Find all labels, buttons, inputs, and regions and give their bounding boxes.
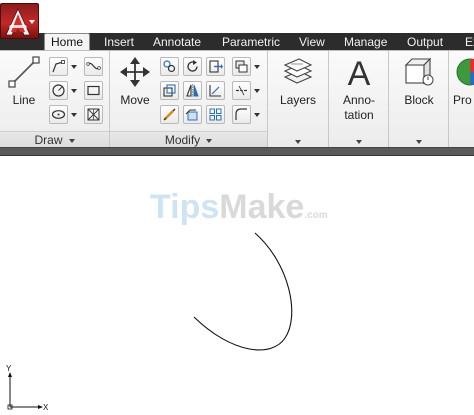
annotation-label-line2: tation <box>344 108 374 122</box>
chevron-down-icon[interactable] <box>295 140 301 144</box>
circle-button[interactable] <box>49 81 68 100</box>
move-button[interactable]: Move <box>116 55 154 108</box>
rotate-icon <box>187 60 198 72</box>
modify-panel: Move Modify <box>110 51 268 148</box>
text-a-icon: A <box>348 55 371 89</box>
trim-button[interactable] <box>206 57 225 76</box>
array-icon <box>185 109 198 121</box>
explode-button[interactable] <box>232 81 251 100</box>
array-button[interactable] <box>183 105 202 124</box>
ucs-y-label: Y <box>6 364 12 373</box>
rectangle-icon <box>87 85 100 96</box>
stretch-button[interactable] <box>160 81 179 100</box>
grid-array-icon <box>209 108 222 121</box>
drawing-canvas[interactable]: TipsMake.com Y X <box>0 156 474 415</box>
tab-insert[interactable]: Insert <box>104 35 134 50</box>
drawn-arc <box>193 232 293 351</box>
svg-text:A: A <box>348 55 371 89</box>
spline-button[interactable] <box>84 57 103 76</box>
block-button[interactable]: Block <box>395 55 443 108</box>
trim-icon <box>209 60 223 73</box>
fillet-button[interactable] <box>206 81 225 100</box>
mirror-button[interactable] <box>183 81 202 100</box>
mirror-icon <box>186 84 199 97</box>
move-label: Move <box>120 93 150 107</box>
autocad-logo-icon <box>5 8 31 36</box>
ribbon-home: Line Draw Move Modify Layers A Anno- tat… <box>0 50 474 148</box>
spline-icon <box>86 62 101 70</box>
draw-panel-title[interactable]: Draw <box>0 131 109 148</box>
tab-home[interactable]: Home <box>44 33 91 51</box>
title-bar <box>0 0 474 33</box>
draw-panel: Line Draw <box>0 51 110 148</box>
ribbon-bottom-edge <box>0 147 474 156</box>
layers-stack-icon <box>283 58 313 84</box>
block-label: Block <box>404 93 434 107</box>
chevron-down-icon[interactable] <box>416 140 422 144</box>
scale-button[interactable] <box>160 105 179 124</box>
fillet-icon <box>209 85 221 97</box>
tab-annotate[interactable]: Annotate <box>153 35 201 50</box>
copy-button[interactable] <box>160 57 179 76</box>
line-icon <box>8 56 40 88</box>
circle-icon <box>52 84 65 97</box>
move-arrows-icon <box>120 57 150 87</box>
explode-icon <box>236 85 247 96</box>
tab-output[interactable]: Output <box>407 35 443 50</box>
rotate-button[interactable] <box>183 57 202 76</box>
ellipse-icon <box>51 110 66 119</box>
chamfer-dropdown[interactable] <box>253 105 261 124</box>
polyline-button[interactable] <box>49 57 68 76</box>
circle-dropdown[interactable] <box>70 81 78 100</box>
erase-dropdown[interactable] <box>253 57 261 76</box>
tab-view[interactable]: View <box>299 35 325 50</box>
annotation-panel: A Anno- tation <box>329 51 389 148</box>
properties-palette-icon <box>456 58 474 86</box>
tab-express-partial[interactable]: Ex <box>465 35 474 50</box>
rectangular-array-button[interactable] <box>206 105 225 124</box>
layers-label: Layers <box>279 93 317 107</box>
properties-panel: Pro <box>449 51 474 148</box>
insert-block-icon <box>404 57 434 86</box>
chevron-down-icon <box>68 138 75 143</box>
ucs-x-label: X <box>43 403 49 412</box>
block-panel: Block <box>389 51 449 148</box>
ellipse-button[interactable] <box>49 105 68 124</box>
chamfer-button[interactable] <box>232 105 251 124</box>
tab-manage[interactable]: Manage <box>344 35 387 50</box>
chevron-down-icon <box>29 20 35 24</box>
hatch-button[interactable] <box>84 105 103 124</box>
layers-panel: Layers <box>268 51 329 148</box>
annotation-button[interactable]: A Anno- tation <box>334 55 384 123</box>
rectangle-button[interactable] <box>84 81 103 100</box>
tab-parametric[interactable]: Parametric <box>222 35 280 50</box>
scale-icon <box>163 108 176 121</box>
annotation-label-line1: Anno- <box>342 93 376 107</box>
chamfer-icon <box>235 108 247 120</box>
properties-button[interactable]: Pro <box>453 55 474 108</box>
properties-label: Pro <box>453 93 472 107</box>
modify-panel-title[interactable]: Modify <box>110 131 267 148</box>
erase-button[interactable] <box>232 57 251 76</box>
copy-icon <box>163 60 176 73</box>
draw-panel-label: Draw <box>34 133 63 147</box>
layers-button[interactable]: Layers <box>274 55 322 108</box>
ribbon-tab-strip: Home Insert Annotate Parametric View Man… <box>0 33 474 51</box>
modify-panel-label: Modify <box>164 133 201 147</box>
chevron-down-icon[interactable] <box>356 140 362 144</box>
polyline-icon <box>52 60 65 73</box>
application-menu-button[interactable] <box>0 3 39 39</box>
explode-dropdown[interactable] <box>253 81 261 100</box>
line-label: Line <box>12 93 36 107</box>
stretch-icon <box>163 84 176 97</box>
chevron-down-icon <box>206 138 213 143</box>
drawing-geometry <box>7 232 293 410</box>
erase-icon <box>235 60 248 73</box>
polyline-dropdown[interactable] <box>70 57 78 76</box>
hatch-icon <box>87 108 100 121</box>
line-button[interactable]: Line <box>4 55 44 108</box>
ucs-icon <box>7 372 43 410</box>
ellipse-dropdown[interactable] <box>70 105 78 124</box>
